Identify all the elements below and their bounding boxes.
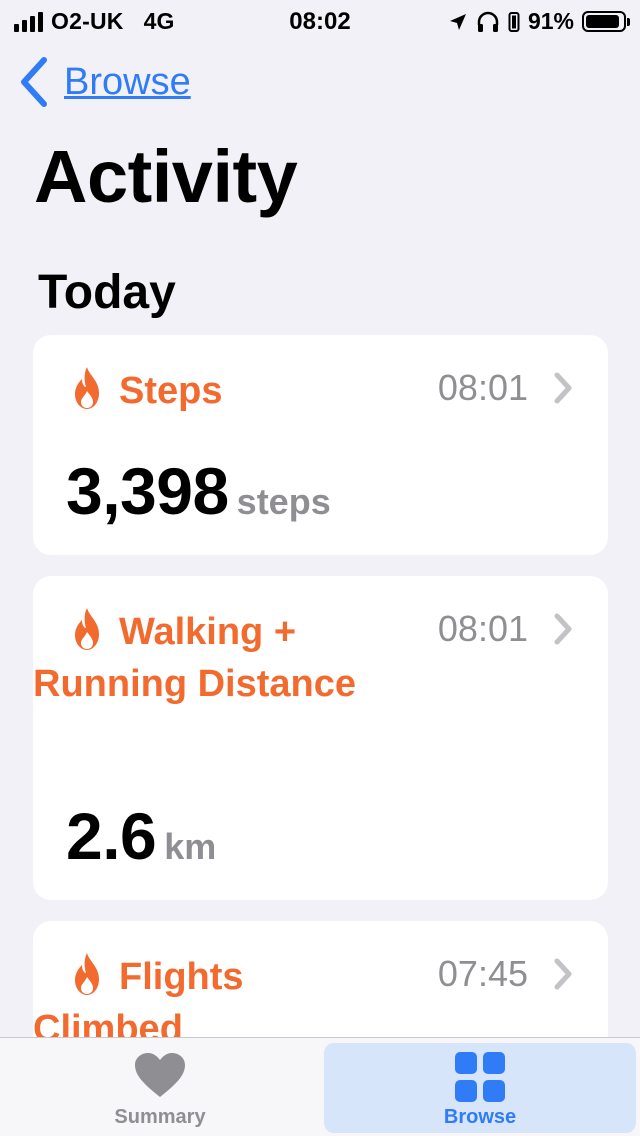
card-unit: steps — [236, 481, 331, 522]
tab-browse-label: Browse — [443, 1106, 517, 1128]
headphones-icon — [477, 11, 499, 32]
location-arrow-icon — [449, 13, 466, 30]
flame-icon — [75, 953, 99, 995]
steps-card[interactable]: Steps 08:01 3,398 steps — [33, 335, 608, 555]
card-value-row: 2.6 km — [66, 798, 216, 874]
back-button-label: Browse — [64, 60, 191, 103]
page-title: Activity — [34, 135, 298, 218]
card-title: Steps — [119, 370, 223, 412]
tab-summary[interactable]: Summary — [4, 1043, 316, 1133]
card-value: 3,398 — [66, 454, 229, 528]
chevron-right-icon — [554, 613, 572, 645]
heart-icon — [135, 1053, 185, 1097]
battery-percentage: 91% — [527, 8, 574, 34]
chevron-right-icon — [554, 958, 572, 990]
section-title-today: Today — [38, 266, 176, 319]
chevron-left-icon — [21, 57, 47, 107]
card-unit: km — [164, 826, 217, 867]
grid-icon — [455, 1052, 505, 1102]
status-bar: O2-UK 4G 08:02 91% — [0, 0, 640, 42]
tab-bar: Summary Browse — [0, 1037, 640, 1136]
card-time: 07:45 — [437, 953, 528, 994]
flame-icon — [75, 367, 99, 409]
flame-icon — [75, 608, 99, 650]
battery-level — [586, 15, 619, 28]
card-time: 08:01 — [437, 367, 528, 408]
card-time: 08:01 — [437, 608, 528, 649]
card-value: 2.6 — [66, 799, 157, 873]
tab-browse[interactable]: Browse — [324, 1043, 636, 1133]
battery-icon — [582, 11, 630, 32]
back-button[interactable]: Browse — [16, 56, 191, 108]
chevron-right-icon — [554, 372, 572, 404]
walking-running-distance-card[interactable]: Walking + Running Distance 08:01 2.6 km — [33, 576, 608, 900]
card-value-row: 3,398 steps — [66, 453, 331, 529]
tab-summary-label: Summary — [114, 1106, 206, 1128]
status-right: 91% — [448, 8, 630, 35]
portrait-lock-icon — [508, 11, 520, 32]
